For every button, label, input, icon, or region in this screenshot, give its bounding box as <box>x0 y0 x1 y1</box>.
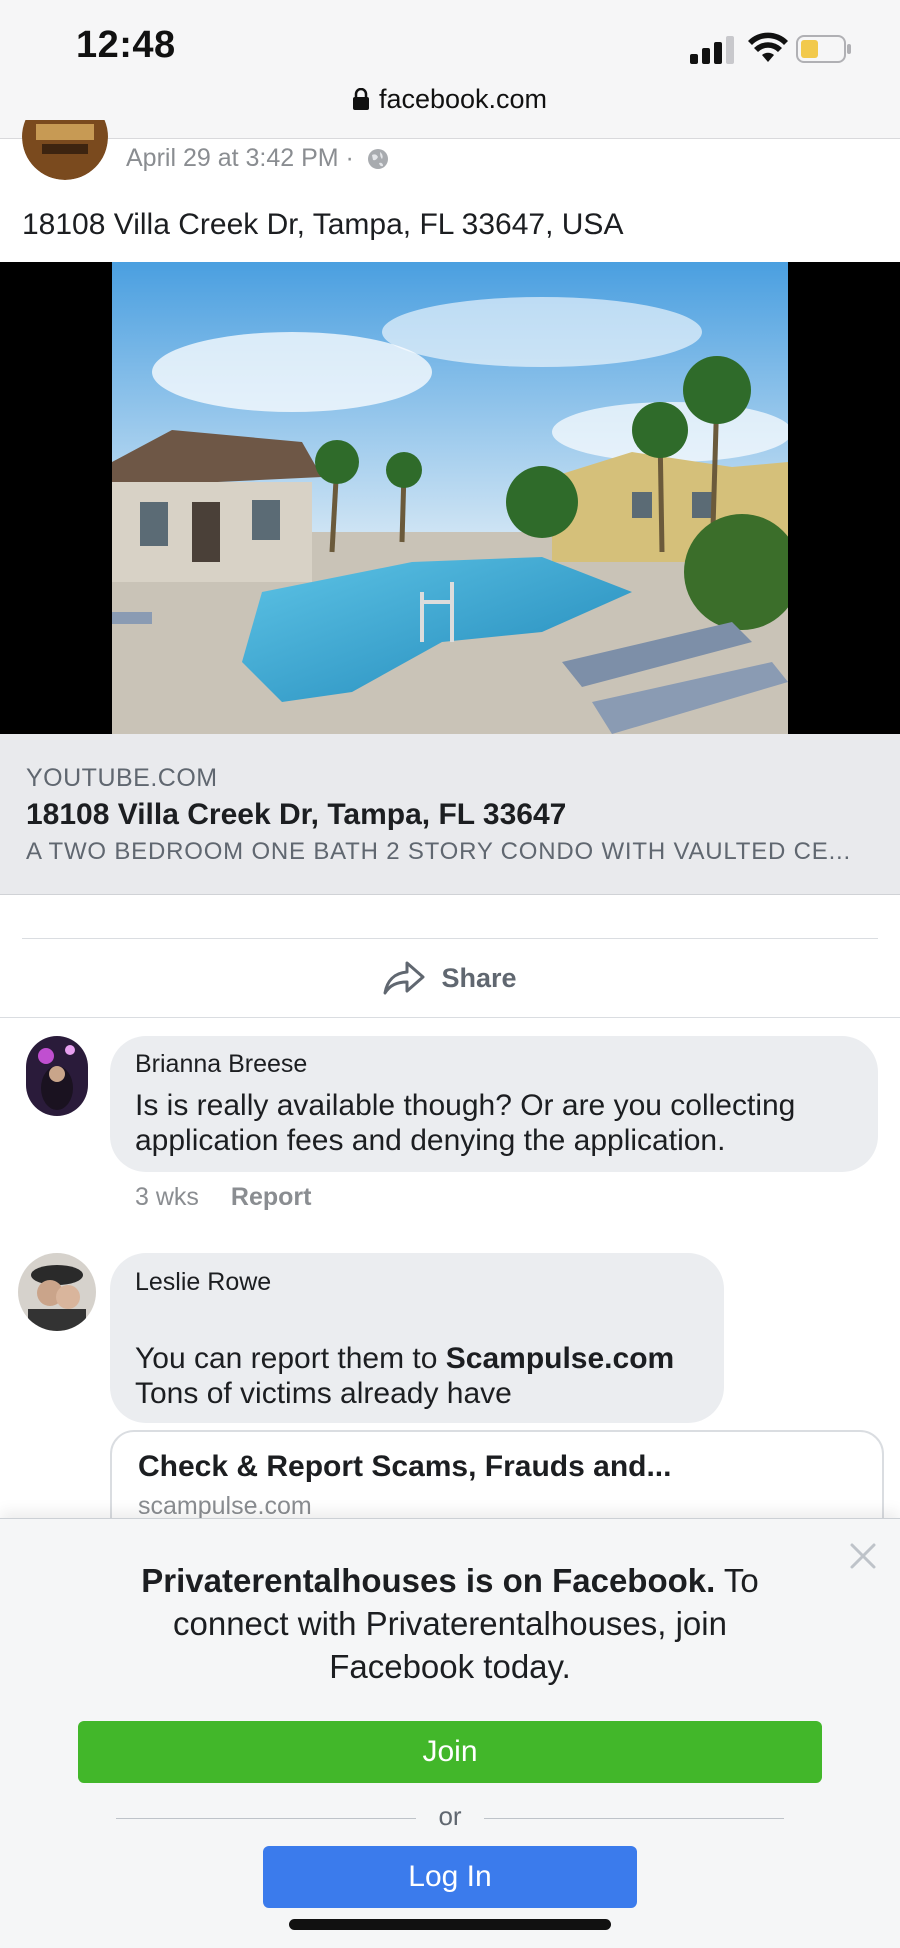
link-title: 18108 Villa Creek Dr, Tampa, FL 33647 <box>26 798 567 831</box>
join-prompt-sheet: Privaterentalhouses is on Facebook. To c… <box>0 1518 900 1948</box>
comment-meta: 3 wks Report <box>135 1183 311 1212</box>
post-timestamp[interactable]: April 29 at 3:42 PM · <box>126 144 389 173</box>
comment-text-line: You can report them to Scampulse.com <box>135 1342 675 1375</box>
join-button[interactable]: Join <box>78 1721 822 1783</box>
share-label: Share <box>441 962 517 993</box>
join-prompt-message: Privaterentalhouses is on Facebook. To c… <box>141 1562 759 1685</box>
divider <box>0 1017 900 1018</box>
post-text: 18108 Villa Creek Dr, Tampa, FL 33647, U… <box>22 208 624 241</box>
home-indicator[interactable] <box>289 1919 611 1930</box>
or-label: or <box>438 1801 462 1831</box>
clock: 12:48 <box>76 24 176 66</box>
video-thumbnail[interactable] <box>0 262 900 734</box>
battery-icon <box>796 35 851 63</box>
comment-link[interactable]: Scampulse.com <box>446 1342 674 1375</box>
status-bar: 12:48 facebook.com <box>0 0 900 139</box>
pool-image <box>112 262 788 734</box>
comment-text-line: Is is really available though? Or are yo… <box>135 1089 796 1122</box>
report-link[interactable]: Report <box>231 1183 312 1211</box>
comment-age[interactable]: 3 wks <box>135 1183 199 1211</box>
address-bar[interactable]: facebook.com <box>0 84 900 115</box>
commenter-avatar[interactable] <box>26 1036 88 1116</box>
wifi-icon <box>748 32 788 62</box>
share-button[interactable]: Share <box>0 940 900 1016</box>
page-avatar[interactable] <box>22 120 108 180</box>
cellular-signal-icon <box>690 36 734 64</box>
link-description: A TWO BEDROOM ONE BATH 2 STORY CONDO WIT… <box>26 838 851 865</box>
close-icon[interactable] <box>848 1541 878 1571</box>
comment-text-line: application fees and denying the applica… <box>135 1124 726 1157</box>
commenter-name[interactable]: Leslie Rowe <box>135 1268 271 1297</box>
link-preview-card[interactable]: YOUTUBE.COM 18108 Villa Creek Dr, Tampa,… <box>0 734 900 895</box>
login-button[interactable]: Log In <box>263 1846 637 1908</box>
globe-icon <box>367 149 388 169</box>
lock-icon <box>352 88 369 110</box>
link-domain: YOUTUBE.COM <box>26 764 218 792</box>
or-separator: or <box>116 1801 784 1835</box>
commenter-name[interactable]: Brianna Breese <box>135 1050 307 1079</box>
prompt-page-name: Privaterentalhouses is on Facebook. <box>141 1562 716 1599</box>
preview-title: Check & Report Scams, Frauds and... <box>138 1450 672 1483</box>
comment-text-line: Tons of victims already have <box>135 1377 512 1410</box>
commenter-avatar[interactable] <box>18 1253 96 1331</box>
divider <box>22 938 878 939</box>
preview-domain: scampulse.com <box>138 1492 312 1520</box>
share-icon <box>383 961 425 995</box>
url-text: facebook.com <box>378 84 548 114</box>
